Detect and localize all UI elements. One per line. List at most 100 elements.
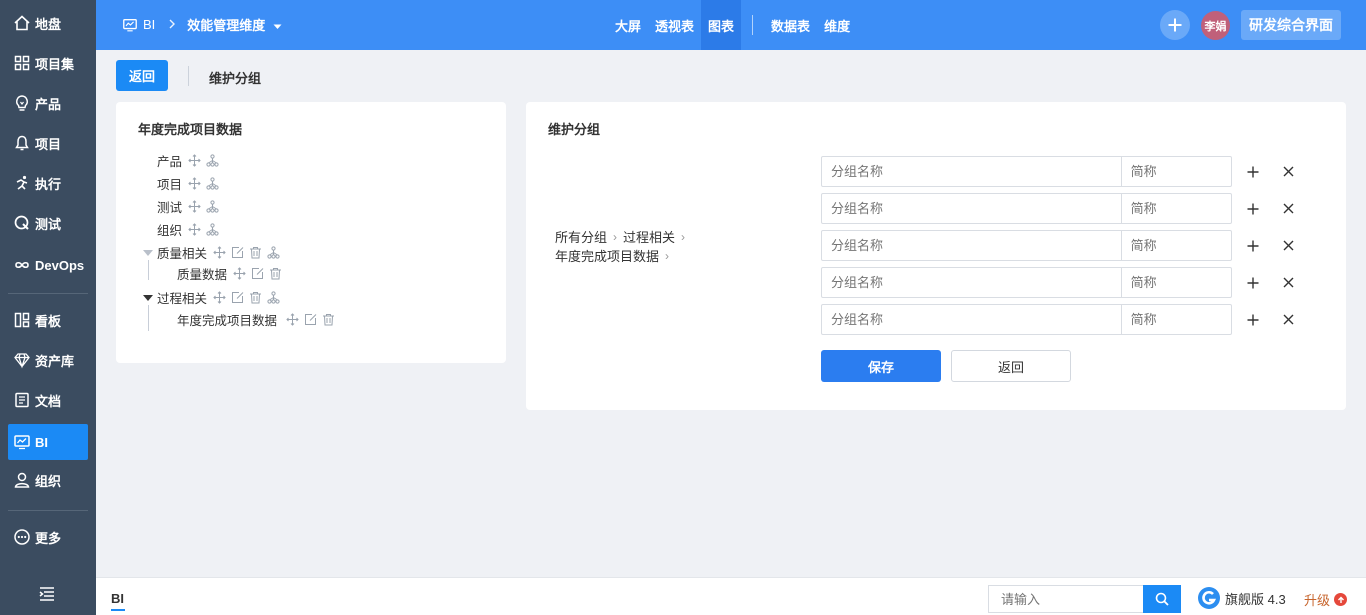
move-icon[interactable] bbox=[213, 245, 226, 259]
remove-row-button[interactable] bbox=[1271, 314, 1306, 325]
add-row-button[interactable] bbox=[1236, 203, 1271, 215]
move-icon[interactable] bbox=[233, 266, 246, 280]
delete-icon[interactable] bbox=[249, 291, 262, 304]
user-avatar[interactable]: 李娟 bbox=[1201, 11, 1230, 40]
sidebar-item-execution[interactable]: 执行 bbox=[8, 165, 88, 201]
sidebar-item-test[interactable]: 测试 bbox=[8, 205, 88, 241]
remove-row-button[interactable] bbox=[1271, 240, 1306, 251]
grid-icon bbox=[14, 55, 30, 71]
sidebar-item-home[interactable]: 地盘 bbox=[8, 5, 88, 41]
env-switch-button[interactable]: 研发综合界面 bbox=[1241, 10, 1341, 40]
add-row-button[interactable] bbox=[1236, 166, 1271, 178]
tree-item[interactable]: 质量数据 bbox=[177, 264, 287, 282]
tree-item[interactable]: 测试 bbox=[157, 197, 224, 215]
tree-item-label: 组织 bbox=[157, 223, 183, 238]
diamond-icon bbox=[14, 353, 30, 369]
dimension-label: 效能管理维度 bbox=[187, 18, 266, 33]
add-row-button[interactable] bbox=[1236, 240, 1271, 252]
sidebar-item-kanban[interactable]: 看板 bbox=[8, 302, 88, 338]
cancel-button[interactable]: 返回 bbox=[951, 350, 1071, 382]
nav-chart[interactable]: 图表 bbox=[701, 0, 742, 50]
move-icon[interactable] bbox=[213, 290, 226, 304]
add-row-button[interactable] bbox=[1236, 277, 1271, 289]
sidebar-item-bi[interactable]: BI bbox=[8, 424, 88, 460]
group-name-input[interactable] bbox=[821, 304, 1122, 335]
panel-title: 维护分组 bbox=[548, 122, 601, 137]
tree-item[interactable]: 组织 bbox=[157, 220, 224, 238]
sub-group-icon[interactable] bbox=[206, 153, 219, 167]
collapse-menu-icon[interactable] bbox=[38, 586, 56, 605]
kanban-icon bbox=[14, 312, 30, 328]
remove-row-button[interactable] bbox=[1271, 166, 1306, 177]
nav-screen[interactable]: 大屏 bbox=[608, 0, 648, 50]
group-name-input[interactable] bbox=[821, 156, 1122, 187]
add-row-button[interactable] bbox=[1236, 314, 1271, 326]
dimension-dropdown[interactable]: 效能管理维度 bbox=[187, 15, 282, 34]
sidebar-item-assets[interactable]: 资产库 bbox=[8, 342, 88, 378]
move-icon[interactable] bbox=[188, 176, 201, 190]
sub-group-icon[interactable] bbox=[267, 290, 280, 304]
path-segment[interactable]: 所有分组 bbox=[555, 227, 607, 246]
edit-icon[interactable] bbox=[231, 291, 244, 304]
user-icon bbox=[14, 472, 30, 488]
sidebar-item-docs[interactable]: 文档 bbox=[8, 382, 88, 418]
search-input[interactable] bbox=[988, 585, 1143, 613]
tree-group-label: 质量相关 bbox=[157, 246, 208, 261]
group-name-input[interactable] bbox=[821, 267, 1122, 298]
back-button[interactable]: 返回 bbox=[116, 60, 168, 91]
move-icon[interactable] bbox=[188, 222, 201, 236]
move-icon[interactable] bbox=[286, 312, 299, 326]
tree-group[interactable]: 过程相关 bbox=[157, 288, 285, 306]
sidebar-item-org[interactable]: 组织 bbox=[8, 462, 88, 498]
delete-icon[interactable] bbox=[269, 267, 282, 280]
group-name-input[interactable] bbox=[821, 230, 1122, 261]
remove-row-button[interactable] bbox=[1271, 203, 1306, 214]
sidebar-item-product[interactable]: 产品 bbox=[8, 85, 88, 121]
edit-icon[interactable] bbox=[304, 313, 317, 326]
group-short-input[interactable] bbox=[1121, 156, 1232, 187]
caret-down-icon bbox=[273, 24, 282, 29]
delete-icon[interactable] bbox=[249, 246, 262, 259]
edit-icon[interactable] bbox=[251, 267, 264, 280]
home-icon bbox=[14, 15, 30, 31]
group-short-input[interactable] bbox=[1121, 193, 1232, 224]
tree-item[interactable]: 项目 bbox=[157, 174, 224, 192]
tree-group[interactable]: 质量相关 bbox=[157, 243, 285, 261]
edit-icon[interactable] bbox=[231, 246, 244, 259]
breadcrumb-module[interactable]: BI bbox=[143, 17, 155, 32]
sidebar-item-devops[interactable]: DevOps bbox=[8, 247, 88, 283]
nav-datatable[interactable]: 数据表 bbox=[764, 0, 817, 50]
save-button[interactable]: 保存 bbox=[821, 350, 941, 382]
caret-down-icon[interactable] bbox=[143, 295, 153, 301]
move-icon[interactable] bbox=[188, 153, 201, 167]
sidebar-item-more[interactable]: 更多 bbox=[8, 519, 88, 555]
tree-item[interactable]: 年度完成项目数据 bbox=[177, 310, 340, 328]
more-icon bbox=[14, 529, 30, 545]
sidebar-item-project[interactable]: 项目 bbox=[8, 125, 88, 161]
search-button[interactable] bbox=[1143, 585, 1181, 613]
create-button[interactable] bbox=[1160, 10, 1190, 40]
upgrade-label: 升级 bbox=[1304, 593, 1331, 608]
close-icon bbox=[1283, 166, 1294, 177]
delete-icon[interactable] bbox=[322, 313, 335, 326]
remove-row-button[interactable] bbox=[1271, 277, 1306, 288]
path-segment[interactable]: 年度完成项目数据 bbox=[555, 246, 659, 265]
sub-group-icon[interactable] bbox=[206, 176, 219, 190]
caret-down-icon[interactable] bbox=[143, 250, 153, 256]
upgrade-link[interactable]: 升级 bbox=[1304, 590, 1348, 609]
group-short-input[interactable] bbox=[1121, 230, 1232, 261]
sub-group-icon[interactable] bbox=[206, 199, 219, 213]
sub-group-icon[interactable] bbox=[267, 245, 280, 259]
nav-pivot[interactable]: 透视表 bbox=[648, 0, 701, 50]
sidebar: 地盘 项目集 产品 项目 执行 测试 DevOps 看板 资产库 文档 BI 组… bbox=[0, 0, 96, 615]
group-short-input[interactable] bbox=[1121, 267, 1232, 298]
sub-group-icon[interactable] bbox=[206, 222, 219, 236]
path-segment[interactable]: 过程相关 bbox=[623, 227, 675, 246]
move-icon[interactable] bbox=[188, 199, 201, 213]
group-name-input[interactable] bbox=[821, 193, 1122, 224]
footer-tab-bi[interactable]: BI bbox=[111, 591, 124, 606]
nav-dimension[interactable]: 维度 bbox=[817, 0, 857, 50]
sidebar-item-program[interactable]: 项目集 bbox=[8, 45, 88, 81]
tree-item[interactable]: 产品 bbox=[157, 151, 224, 169]
group-short-input[interactable] bbox=[1121, 304, 1232, 335]
